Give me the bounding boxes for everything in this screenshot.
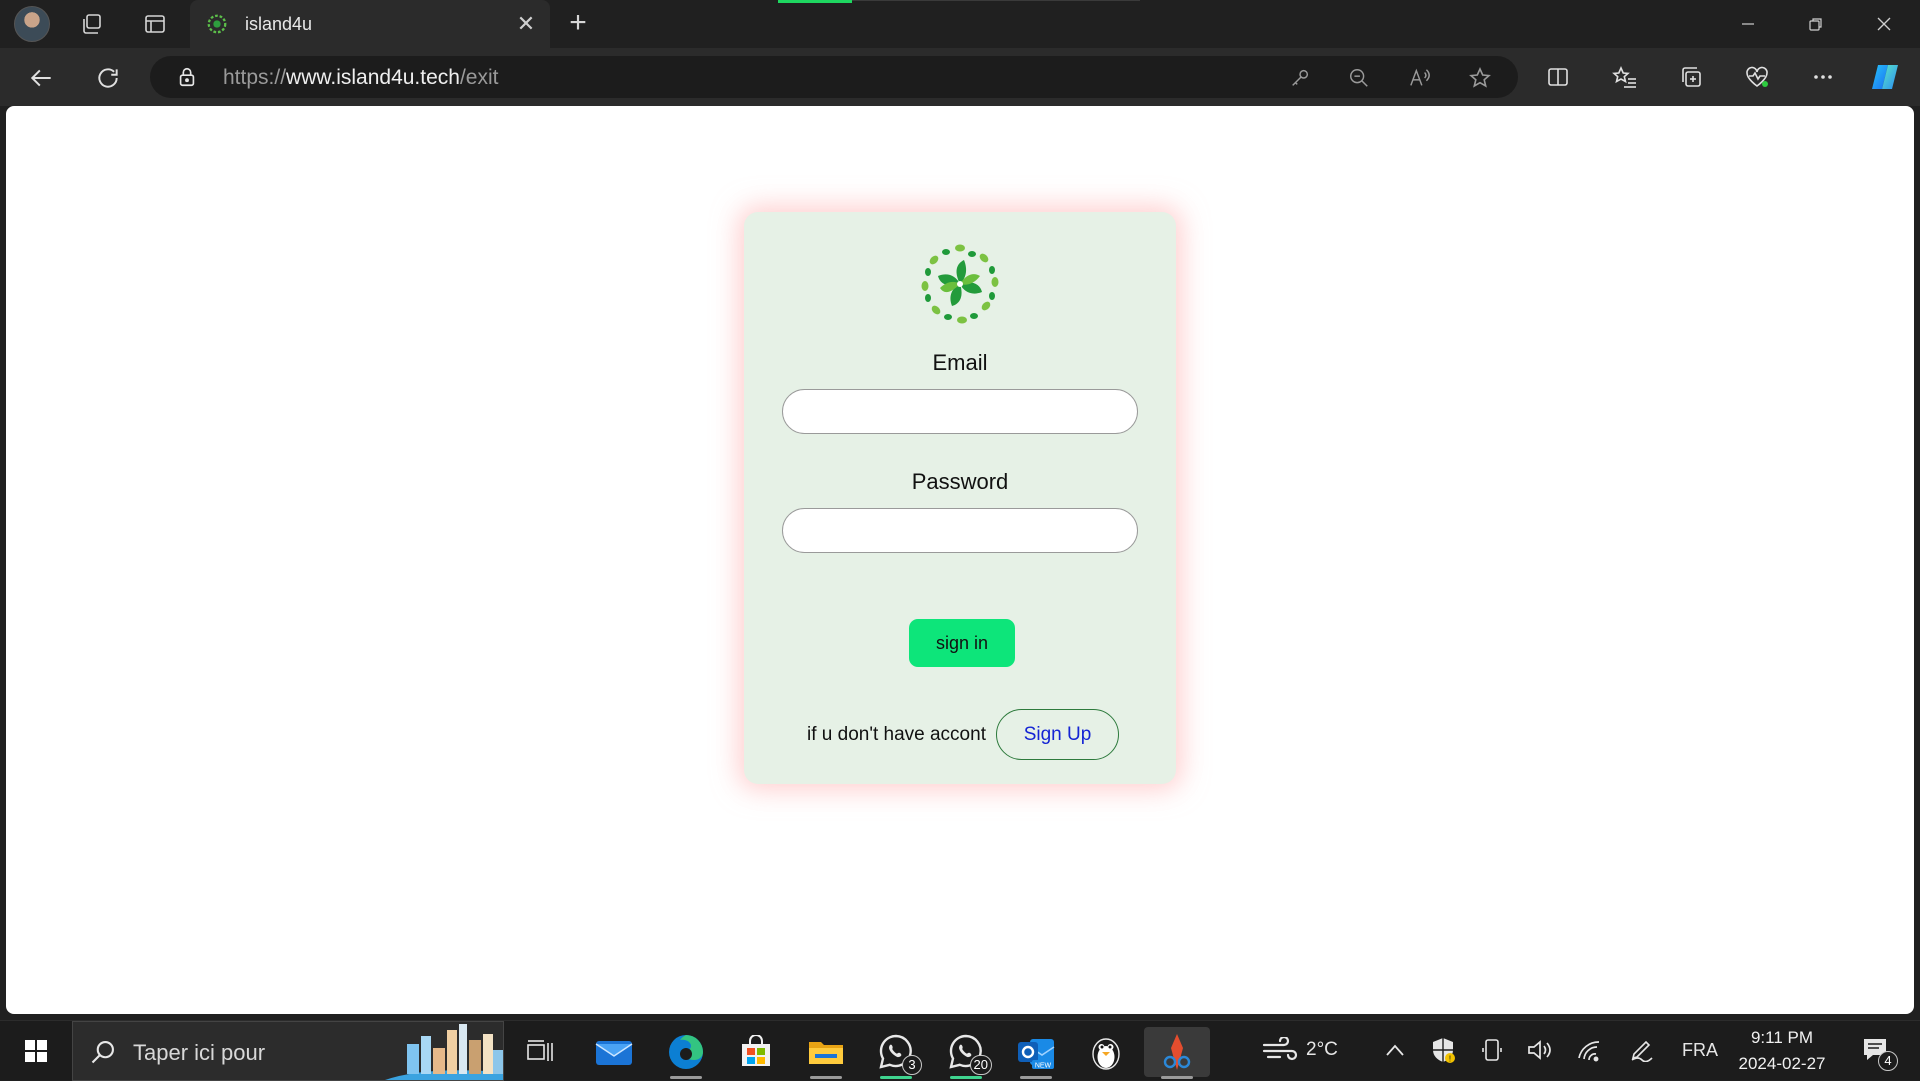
outlook-running-indicator [1020,1076,1052,1079]
tab-island4u[interactable]: island4u ✕ [190,0,550,48]
explorer-running-indicator [810,1076,842,1079]
url-scheme: https:// [223,66,287,89]
whatsapp-beta-running-indicator [950,1076,982,1079]
whatsapp-icon[interactable]: 3 [868,1027,924,1079]
security-shield-icon[interactable]: ! [1428,1035,1458,1065]
close-window-icon[interactable] [1850,0,1918,48]
clock-time: 9:11 PM [1750,1028,1814,1047]
browser-essentials-icon[interactable] [1740,60,1774,94]
password-key-icon[interactable] [1287,65,1313,91]
system-clock[interactable]: 9:11 PM 2024-02-27 [1732,1025,1832,1077]
tab-title: island4u [245,14,313,34]
favorite-star-icon[interactable] [1467,65,1493,91]
read-aloud-icon[interactable] [1407,65,1433,91]
password-label: Password [911,469,1009,494]
edge-browser-icon[interactable] [658,1027,714,1079]
clock-date: 2024-02-27 [1738,1054,1826,1073]
url-bar[interactable]: https://www.island4u.tech/exit [150,56,1518,98]
site-favicon-icon [207,14,227,34]
login-card: Email Password sign in if u don't have a… [744,212,1176,784]
weather-temperature[interactable]: 2°C [1306,1039,1338,1061]
search-icon [91,1041,114,1064]
penguin-app-icon[interactable] [1078,1027,1134,1077]
volume-icon[interactable] [1525,1035,1555,1065]
vertical-tabs-icon[interactable] [135,6,175,42]
more-options-icon[interactable] [1806,60,1840,94]
workspaces-icon[interactable] [72,6,112,42]
search-placeholder: Taper ici pour [133,1040,266,1065]
snipping-tool-icon[interactable] [1144,1027,1210,1079]
mail-app-icon[interactable] [586,1027,642,1077]
lock-icon[interactable] [176,66,198,88]
close-tab-icon[interactable]: ✕ [514,12,538,36]
email-label: Email [932,350,988,375]
outlook-new-icon[interactable]: NEW [1008,1027,1064,1079]
device-link-icon[interactable] [1477,1035,1507,1065]
profile-avatar-icon[interactable] [14,6,50,42]
search-highlight-city-icon [385,1024,503,1080]
weather-wind-icon[interactable] [1260,1035,1300,1065]
page-viewport: Email Password sign in if u don't have a… [6,106,1914,1014]
url-path: /exit [459,66,499,89]
svg-text:NEW: NEW [1035,1063,1052,1070]
address-toolbar: https://www.island4u.tech/exit [0,48,1920,106]
split-screen-icon[interactable] [1541,60,1575,94]
page-load-track [852,0,1140,1]
input-language[interactable]: FRA [1682,1040,1718,1061]
microsoft-store-icon[interactable] [728,1027,784,1077]
windows-start-icon[interactable] [14,1035,58,1067]
task-view-icon[interactable] [512,1027,568,1077]
url-text[interactable]: https://www.island4u.tech/exit [223,66,498,90]
pen-ink-icon[interactable] [1627,1035,1657,1065]
new-tab-button[interactable]: + [562,8,594,40]
whatsapp-beta-badge: 20 [969,1055,992,1075]
zoom-out-icon[interactable] [1346,65,1372,91]
notification-center-icon[interactable]: 4 [1858,1035,1898,1071]
tab-strip: island4u ✕ + [0,0,1920,48]
restore-icon[interactable] [1782,0,1850,48]
island4u-logo-icon [921,244,999,324]
collections-icon[interactable] [1674,60,1708,94]
url-host: www.island4u.tech [286,66,460,89]
favorites-list-icon[interactable] [1608,60,1642,94]
whatsapp-beta-icon[interactable]: 20 [938,1027,994,1079]
taskbar-search-box[interactable]: Taper ici pour [72,1021,504,1081]
email-field[interactable] [782,389,1138,434]
sign-in-button[interactable]: sign in [909,619,1015,667]
edge-running-indicator [670,1076,702,1079]
chevron-up-icon[interactable] [1380,1035,1410,1065]
notification-count-badge: 4 [1878,1051,1898,1071]
refresh-icon[interactable] [88,58,128,98]
minimize-icon[interactable] [1714,0,1782,48]
wifi-icon[interactable] [1574,1035,1604,1065]
copilot-icon[interactable] [1868,60,1902,94]
whatsapp-running-indicator [880,1076,912,1079]
taskbar: Taper ici pour 3 20 NEW 2°C ! FRA 9:11 P… [0,1020,1920,1081]
whatsapp-badge: 3 [902,1055,922,1075]
snipping-running-indicator [1161,1076,1193,1079]
sign-up-button[interactable]: Sign Up [996,709,1119,760]
page-load-progress [778,0,852,3]
svg-text:!: ! [1449,1055,1451,1064]
password-field[interactable] [782,508,1138,553]
back-arrow-icon[interactable] [22,58,62,98]
no-account-hint: if u don't have accont [807,724,986,745]
file-explorer-icon[interactable] [798,1027,854,1079]
